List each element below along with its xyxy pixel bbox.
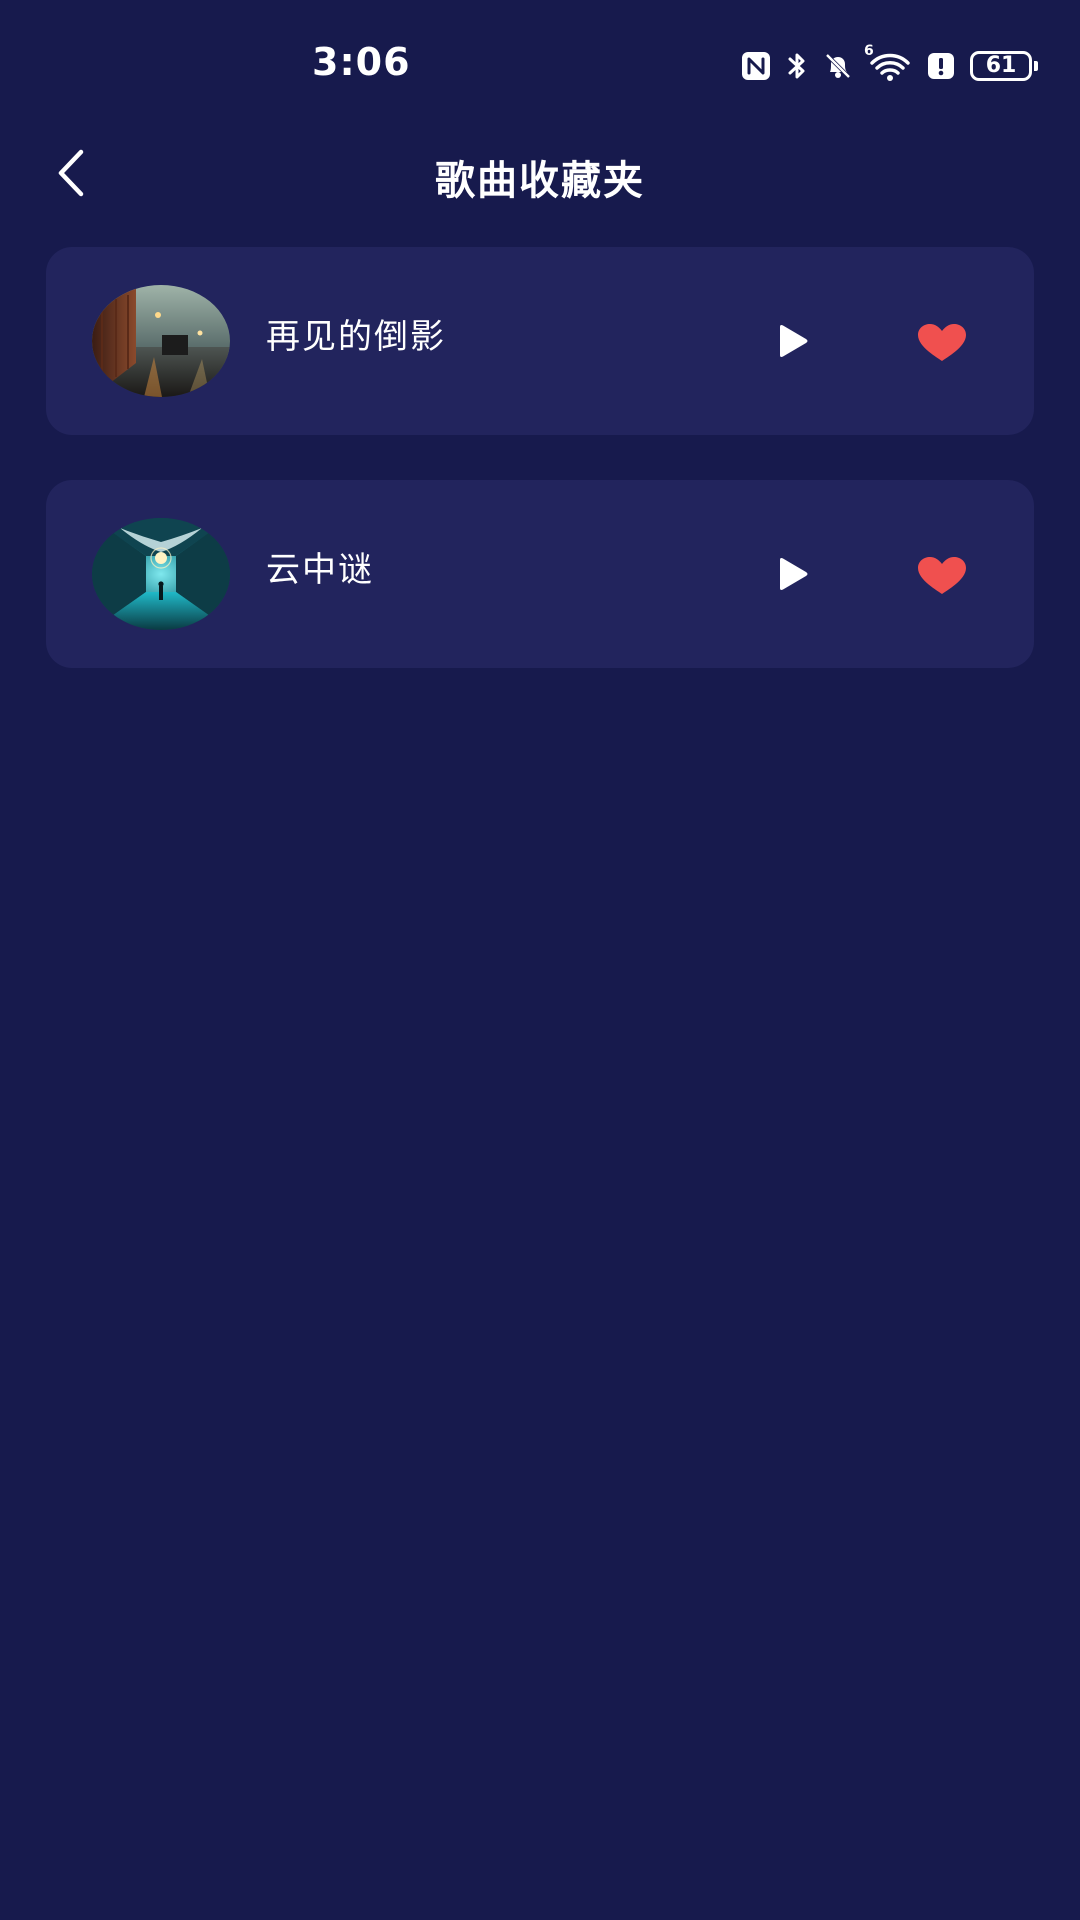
play-icon	[780, 325, 808, 357]
favorite-button[interactable]	[914, 321, 970, 365]
wifi-generation-label: 6	[864, 43, 874, 59]
song-cover-image	[92, 285, 230, 397]
song-title: 再见的倒影	[266, 317, 446, 357]
song-title: 云中谜	[266, 550, 374, 590]
wifi-6-icon: 6	[864, 43, 912, 83]
favorite-button[interactable]	[914, 554, 970, 598]
play-button[interactable]	[772, 554, 812, 594]
song-card[interactable]: 云中谜	[46, 480, 1034, 668]
heart-icon	[918, 557, 966, 594]
favorites-screen: 3:06 6 61 歌曲收藏夹 再见的倒影 云中谜	[0, 0, 1080, 1920]
song-card[interactable]: 再见的倒影	[46, 247, 1034, 435]
play-button[interactable]	[772, 321, 812, 361]
bluetooth-icon	[786, 50, 808, 82]
status-time: 3:06	[312, 40, 411, 84]
battery-tip	[1034, 61, 1038, 71]
status-bar: 3:06 6 61	[0, 0, 1080, 130]
status-icons: 6 61	[740, 43, 1038, 86]
page-title: 歌曲收藏夹	[435, 158, 645, 204]
song-list: 再见的倒影 云中谜	[46, 247, 1034, 713]
play-icon	[780, 558, 808, 590]
battery-level: 61	[970, 51, 1032, 81]
song-cover-image	[92, 518, 230, 630]
bell-muted-icon	[822, 50, 854, 82]
nfc-icon	[740, 50, 772, 82]
heart-icon	[918, 324, 966, 361]
header: 歌曲收藏夹	[0, 130, 1080, 220]
alert-icon	[926, 51, 956, 81]
battery-icon: 61	[970, 51, 1038, 81]
